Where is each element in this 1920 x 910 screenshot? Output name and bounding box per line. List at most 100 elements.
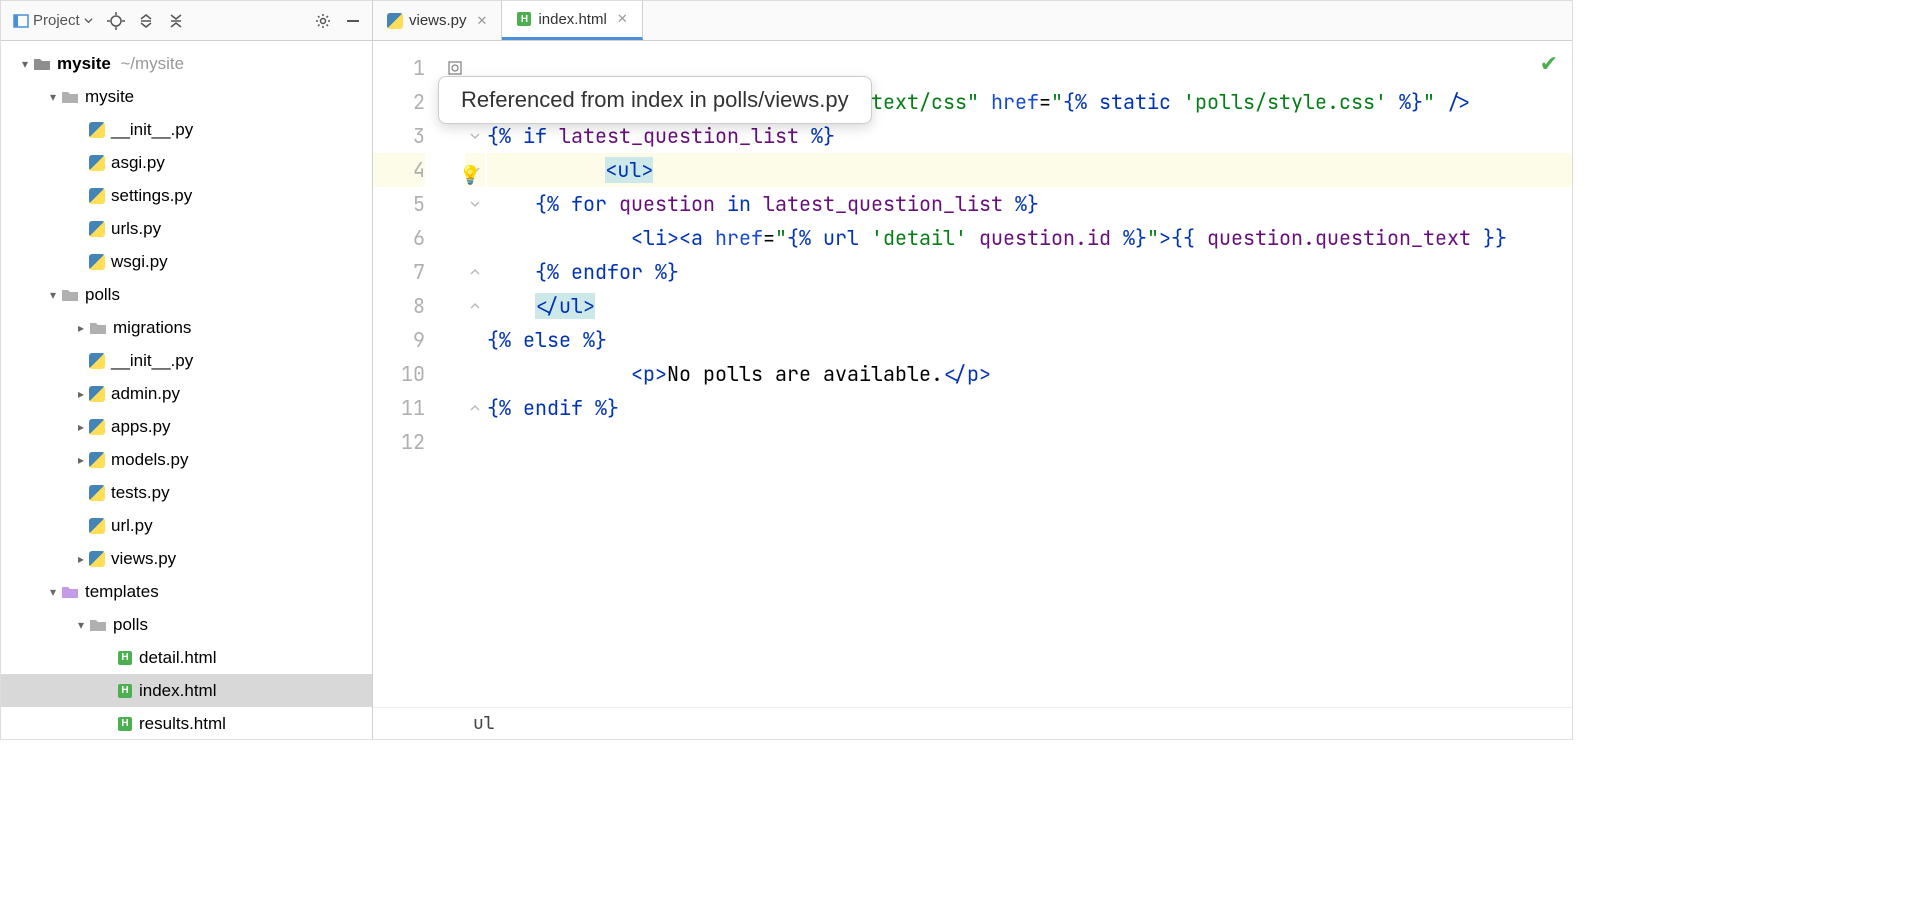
close-icon[interactable]: ✕: [477, 13, 488, 29]
chevron-down-icon[interactable]: ▾: [45, 89, 61, 105]
close-icon[interactable]: ✕: [617, 11, 628, 27]
chevron-right-icon[interactable]: ▸: [73, 551, 89, 567]
py-file-icon: [89, 122, 105, 138]
fold-close-icon[interactable]: [470, 301, 480, 311]
fold-close-icon[interactable]: [470, 267, 480, 277]
project-dropdown[interactable]: Project: [9, 10, 97, 31]
tree-item-apps-py[interactable]: ▸apps.py: [1, 410, 372, 443]
tree-item-__init__-py[interactable]: __init__.py: [1, 113, 372, 146]
expand-all-icon[interactable]: [135, 10, 157, 32]
tab-index-html[interactable]: index.html ✕: [502, 1, 642, 40]
fold-close-icon[interactable]: [470, 403, 480, 413]
tree-item-label: mysite: [57, 54, 111, 74]
tree-item-label: polls: [113, 615, 148, 635]
tree-item-__init__-py[interactable]: __init__.py: [1, 344, 372, 377]
fold-open-icon[interactable]: [470, 131, 480, 141]
tree-item-label: urls.py: [111, 219, 161, 239]
tree-item-url-py[interactable]: url.py: [1, 509, 372, 542]
tree-item-wsgi-py[interactable]: wsgi.py: [1, 245, 372, 278]
locate-icon[interactable]: [105, 10, 127, 32]
editor-tabs: views.py✕ index.html ✕: [373, 1, 643, 40]
tree-item-label: __init__.py: [111, 120, 193, 140]
folder-icon: [61, 583, 79, 601]
code-line[interactable]: <li><a href="{% url 'detail' question.id…: [487, 221, 1572, 255]
tab-label: index.html: [538, 11, 606, 28]
folder-icon: [33, 55, 51, 73]
gear-icon[interactable]: [312, 10, 334, 32]
code-line[interactable]: </ul>: [487, 289, 1572, 323]
code-editor: ✔ Referenced from index in polls/views.p…: [373, 41, 1572, 739]
chevron-right-icon[interactable]: ▸: [73, 452, 89, 468]
py-file-icon: [89, 155, 105, 171]
py-file-icon: [89, 518, 105, 534]
chevron-right-icon[interactable]: ▸: [73, 386, 89, 402]
fold-gutter[interactable]: [465, 41, 485, 707]
tree-item-path: ~/mysite: [111, 54, 184, 74]
tree-item-label: mysite: [85, 87, 134, 107]
code-area[interactable]: 123456789101112 <link rel="stylesheet" t…: [373, 41, 1572, 707]
fold-open-icon[interactable]: [470, 199, 480, 209]
code-line[interactable]: {% else %}: [487, 323, 1572, 357]
tree-item-label: results.html: [139, 714, 226, 734]
tree-item-polls[interactable]: ▾polls: [1, 278, 372, 311]
code-line[interactable]: {% if latest_question_list %}: [487, 119, 1572, 153]
chevron-down-icon[interactable]: ▾: [45, 584, 61, 600]
py-file-icon: [89, 419, 105, 435]
find-usages-icon[interactable]: [447, 60, 463, 76]
tab-views-py[interactable]: views.py✕: [373, 1, 502, 40]
html-file-icon: [117, 650, 133, 666]
chevron-right-icon[interactable]: ▸: [73, 320, 89, 336]
project-tree[interactable]: ▾ mysite ~/mysite ▾ mysite __init__.py asgi.p…: [1, 41, 373, 739]
tree-item-models-py[interactable]: ▸models.py: [1, 443, 372, 476]
code-line[interactable]: {% endfor %}: [487, 255, 1572, 289]
py-file-icon: [89, 386, 105, 402]
code-line[interactable]: 💡 <ul>: [487, 153, 1572, 187]
tree-item-label: migrations: [113, 318, 191, 338]
folder-icon: [89, 616, 107, 634]
html-file-icon: [117, 716, 133, 732]
py-file-icon: [89, 188, 105, 204]
tree-item-urls-py[interactable]: urls.py: [1, 212, 372, 245]
code-line[interactable]: [487, 425, 1572, 459]
intention-bulb-icon[interactable]: 💡: [459, 164, 481, 187]
chevron-down-icon[interactable]: ▾: [17, 56, 33, 72]
tree-item-label: wsgi.py: [111, 252, 168, 272]
code-line[interactable]: <p>No polls are available.</p>: [487, 357, 1572, 391]
py-file-icon: [89, 485, 105, 501]
tree-item-settings-py[interactable]: settings.py: [1, 179, 372, 212]
tree-item-detail-html[interactable]: detail.html: [1, 641, 372, 674]
collapse-all-icon[interactable]: [165, 10, 187, 32]
tree-item-tests-py[interactable]: tests.py: [1, 476, 372, 509]
chevron-right-icon[interactable]: ▸: [73, 419, 89, 435]
tree-item-label: url.py: [111, 516, 153, 536]
top-bar: Project views.py✕ index.html ✕: [1, 1, 1572, 41]
tree-item-migrations[interactable]: ▸ migrations: [1, 311, 372, 344]
structure-breadcrumb[interactable]: ul: [373, 707, 1572, 739]
tree-item-polls[interactable]: ▾ polls: [1, 608, 372, 641]
py-file-icon: [387, 13, 403, 29]
tree-item-mysite[interactable]: ▾ mysite ~/mysite: [1, 47, 372, 80]
tree-item-views-py[interactable]: ▸views.py: [1, 542, 372, 575]
project-panel-toolbar: Project: [1, 1, 373, 40]
line-number-gutter: 123456789101112: [373, 41, 445, 707]
tree-item-results-html[interactable]: results.html: [1, 707, 372, 739]
py-file-icon: [89, 221, 105, 237]
tree-item-mysite[interactable]: ▾ mysite: [1, 80, 372, 113]
main-area: ▾ mysite ~/mysite ▾ mysite __init__.py asgi.p…: [1, 41, 1572, 739]
code-content[interactable]: <link rel="stylesheet" type="text/css" h…: [485, 41, 1572, 707]
tree-item-admin-py[interactable]: ▸admin.py: [1, 377, 372, 410]
html-file-icon: [117, 683, 133, 699]
tree-item-templates[interactable]: ▾templates: [1, 575, 372, 608]
py-file-icon: [89, 452, 105, 468]
folder-icon: [61, 88, 79, 106]
ide-window: Project views.py✕index.html✕ ▾mysite ~: [0, 0, 1573, 740]
tree-item-asgi-py[interactable]: asgi.py: [1, 146, 372, 179]
chevron-down-icon[interactable]: ▾: [45, 287, 61, 303]
chevron-down-icon[interactable]: ▾: [73, 617, 89, 633]
minimize-icon[interactable]: [342, 10, 364, 32]
code-line[interactable]: {% for question in latest_question_list …: [487, 187, 1572, 221]
py-file-icon: [89, 551, 105, 567]
tree-item-index-html[interactable]: index.html: [1, 674, 372, 707]
code-line[interactable]: {% endif %}: [487, 391, 1572, 425]
py-file-icon: [89, 353, 105, 369]
